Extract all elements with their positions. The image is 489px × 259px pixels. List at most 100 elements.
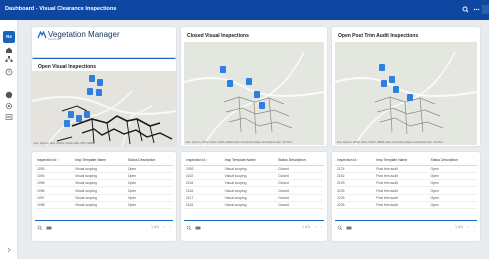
search-icon[interactable] (461, 5, 470, 14)
filter-icon[interactable] (346, 225, 352, 231)
next-page-icon[interactable]: › (170, 225, 171, 229)
column-header[interactable]: Inspection Id ↑ (184, 155, 223, 166)
map-card-open-visual: Open Visual Inspections Esri, Garmin, FA… (32, 58, 176, 146)
sitemap-icon[interactable] (4, 55, 14, 63)
table-footer-divider (335, 220, 477, 221)
table-row[interactable]: 2118 Visual scoping Closed (184, 201, 324, 210)
column-header[interactable]: Insp Template Name (222, 155, 277, 166)
table-row[interactable]: 2226 Post trim audit Open (335, 194, 477, 203)
table-row[interactable]: 1102 Visual scoping Closed (184, 172, 324, 181)
more-icon[interactable] (472, 5, 481, 14)
cell: Open (125, 172, 173, 181)
cell: 2192 (335, 172, 375, 181)
cell: Closed (276, 179, 324, 188)
filter-icon[interactable] (46, 225, 52, 231)
cell: 2193 (335, 179, 375, 188)
layers-icon[interactable] (4, 91, 14, 99)
top-bar: Dashboard - Visual Clearance Inspections (0, 0, 489, 20)
map-title: Closed Visual Inspections (187, 33, 249, 39)
gear-icon[interactable] (4, 102, 14, 110)
column-header[interactable]: Status Description (276, 155, 324, 166)
column-header[interactable]: Status Description (428, 155, 477, 166)
inspection-table: Inspection Id ↑ Insp Template Name Statu… (184, 155, 324, 210)
cell: Open (125, 201, 173, 210)
page-indicator: 1 of 6 (302, 225, 311, 229)
cell: Open (428, 186, 477, 195)
pager: 1 of 6 ‹ › (451, 225, 475, 229)
cell: Visual scoping (73, 179, 126, 188)
search-icon[interactable] (37, 225, 43, 231)
cell: Visual scoping (222, 165, 277, 173)
table-row[interactable]: 2115 Visual scoping Closed (184, 179, 324, 188)
next-page-icon[interactable]: › (474, 225, 475, 229)
map-view[interactable]: Esri, Garmin, FAO, NOAA, USGS, EPA, NPS,… (32, 71, 176, 146)
map-card-closed-visual: Closed Visual Inspections Esri, Garmin, … (181, 27, 327, 146)
column-header[interactable]: Status Description (125, 155, 173, 166)
list-icon[interactable] (4, 113, 14, 121)
column-header[interactable]: Insp Template Name (374, 155, 429, 166)
column-header[interactable]: Insp Template Name (73, 155, 126, 166)
prev-page-icon[interactable]: ‹ (468, 225, 469, 229)
cell: Post trim audit (374, 186, 429, 195)
table-row[interactable]: 1092 Visual scoping Closed (184, 165, 324, 173)
inspection-table: Inspection Id ↑ Insp Template Name Statu… (35, 155, 173, 210)
table-row[interactable]: 2226 Post trim audit Open (335, 201, 477, 210)
clock-icon[interactable] (4, 68, 14, 76)
map-title: Open Visual Inspections (38, 64, 96, 70)
table-row[interactable]: 1095 Visual scoping Open (35, 179, 173, 188)
pager: 1 of 6 ‹ › (147, 225, 171, 229)
cell: 1098 (35, 201, 74, 210)
table-footer-divider (184, 220, 324, 221)
cell: Post trim audit (374, 172, 429, 181)
column-header[interactable]: Inspection Id ↑ (335, 155, 375, 166)
map-attribution: Esri, Garmin, FAO, NOAA, USGS, EPA, NPS,… (34, 142, 95, 145)
cell: Visual scoping (73, 194, 126, 203)
cell: 2117 (184, 194, 223, 203)
cell: Visual scoping (222, 172, 277, 181)
table-row[interactable]: 2116 Visual scoping Closed (184, 186, 324, 195)
search-icon[interactable] (337, 225, 343, 231)
cell: Post trim audit (374, 165, 429, 173)
search-icon[interactable] (186, 225, 192, 231)
next-page-icon[interactable]: › (321, 225, 322, 229)
map-view[interactable]: Esri, Garmin, NASA, NGA, USGS, FEMA | Es… (184, 42, 324, 145)
table-card-post-trim: Inspection Id ↑ Insp Template Name Statu… (332, 152, 480, 241)
table-footer: 1 of 6 ‹ › (37, 225, 171, 231)
cell: 1102 (184, 172, 223, 181)
table-row[interactable]: 2117 Visual scoping Closed (184, 194, 324, 203)
table-row[interactable]: 1094 Visual scoping Open (35, 172, 173, 181)
map-title: Open Post Trim Audit Inspections (338, 33, 419, 39)
cell: Visual scoping (222, 186, 277, 195)
cell: 1097 (35, 194, 74, 203)
table-row[interactable]: 1096 Visual scoping Open (35, 186, 173, 195)
table-row[interactable]: 2193 Post trim audit Open (335, 179, 477, 188)
avatar-icon[interactable] (482, 5, 489, 14)
cell: Closed (276, 165, 324, 173)
table-card-closed-visual: Inspection Id ↑ Insp Template Name Statu… (181, 152, 327, 241)
table-row[interactable]: 1098 Visual scoping Open (35, 201, 173, 210)
cell: Visual scoping (73, 165, 126, 173)
column-header[interactable]: Inspection Id ↑ (35, 155, 74, 166)
table-row[interactable]: 2174 Post trim audit Open (335, 165, 477, 173)
prev-page-icon[interactable]: ‹ (164, 225, 165, 229)
cell: Open (428, 179, 477, 188)
table-row[interactable]: 1093 Visual scoping Open (35, 165, 173, 173)
home-icon[interactable] (4, 46, 14, 54)
table-row[interactable]: 1097 Visual scoping Open (35, 194, 173, 203)
app-logo[interactable]: Rx (3, 31, 15, 43)
expand-icon[interactable] (4, 246, 14, 254)
table-row[interactable]: 2192 Post trim audit Open (335, 172, 477, 181)
map-attribution: Esri, Garmin, NASA, NGA, USGS, FEMA | Es… (337, 141, 444, 144)
inspection-table: Inspection Id ↑ Insp Template Name Statu… (335, 155, 477, 210)
cell: Open (125, 165, 173, 173)
table-row[interactable]: 2225 Post trim audit Open (335, 186, 477, 195)
prev-page-icon[interactable]: ‹ (315, 225, 316, 229)
cell: Visual scoping (222, 194, 277, 203)
sidebar: Rx (0, 20, 18, 259)
filter-icon[interactable] (195, 225, 201, 231)
cell: Visual scoping (222, 179, 277, 188)
map-view[interactable]: Esri, Garmin, NASA, NGA, USGS, FEMA | Es… (335, 42, 477, 145)
cell: 2225 (335, 186, 375, 195)
page-indicator: 1 of 6 (455, 225, 464, 229)
cell: Closed (276, 194, 324, 203)
